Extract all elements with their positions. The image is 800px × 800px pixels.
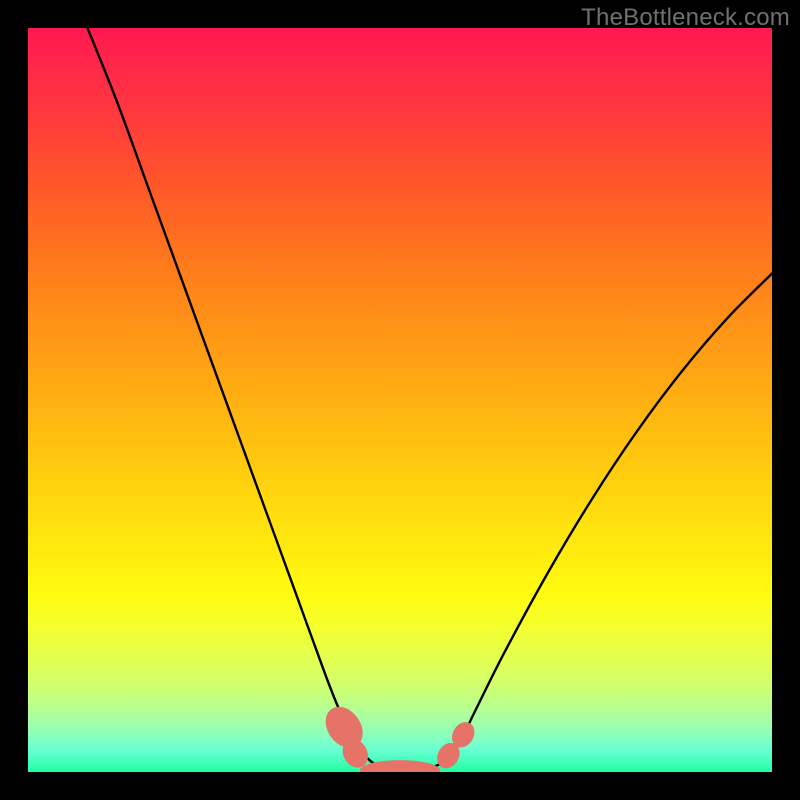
bottleneck-curve bbox=[88, 28, 772, 772]
outer-frame: TheBottleneck.com bbox=[0, 0, 800, 800]
plot-area bbox=[28, 28, 772, 772]
watermark-text: TheBottleneck.com bbox=[581, 4, 790, 32]
curve-markers bbox=[318, 700, 479, 772]
chart-svg bbox=[28, 28, 772, 772]
